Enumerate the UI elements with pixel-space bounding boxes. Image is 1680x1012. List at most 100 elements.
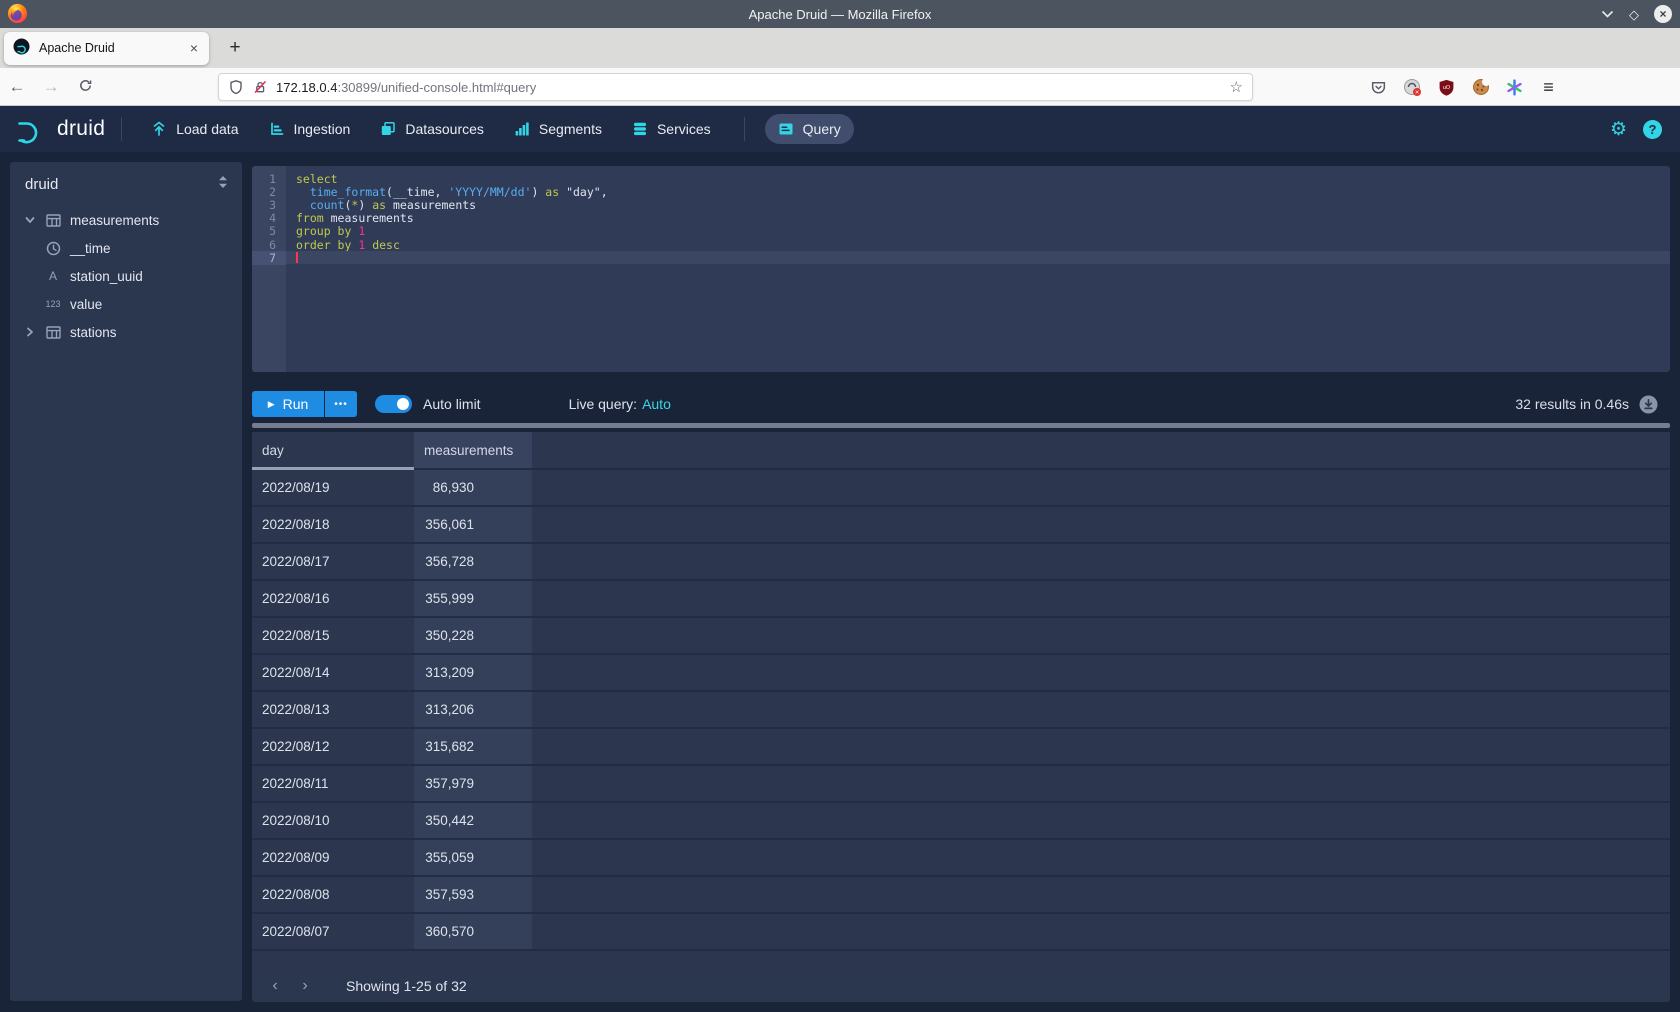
cell-day[interactable]: 2022/08/12 bbox=[252, 729, 414, 764]
nav-item-load-data[interactable]: Load data bbox=[138, 114, 251, 144]
line-number: 3 bbox=[252, 198, 286, 212]
column-header-measurements[interactable]: measurements bbox=[414, 432, 532, 468]
cell-day[interactable]: 2022/08/16 bbox=[252, 581, 414, 616]
cell-measurements[interactable]: 357,979 bbox=[414, 766, 532, 801]
cell-measurements[interactable]: 355,059 bbox=[414, 840, 532, 875]
download-icon[interactable] bbox=[1639, 395, 1658, 414]
ublock-shield-icon[interactable]: uO bbox=[1433, 74, 1460, 101]
pagination-status: Showing 1-25 of 32 bbox=[346, 978, 467, 994]
cell-day[interactable]: 2022/08/14 bbox=[252, 655, 414, 690]
cell-day[interactable]: 2022/08/10 bbox=[252, 803, 414, 838]
cell-measurements[interactable]: 350,442 bbox=[414, 803, 532, 838]
line-number: 7 bbox=[252, 251, 286, 265]
chevron-right-icon[interactable] bbox=[24, 326, 37, 338]
cell-day[interactable]: 2022/08/09 bbox=[252, 840, 414, 875]
druid-logo[interactable]: druid bbox=[16, 114, 105, 144]
next-page-button[interactable]: › bbox=[290, 977, 320, 995]
column-header-day[interactable]: day bbox=[252, 432, 414, 468]
window-title: Apache Druid — Mozilla Firefox bbox=[749, 7, 932, 22]
code-text: select bbox=[286, 172, 338, 186]
cell-measurements[interactable]: 357,593 bbox=[414, 877, 532, 912]
cell-day[interactable]: 2022/08/18 bbox=[252, 507, 414, 542]
cell-measurements[interactable]: 356,061 bbox=[414, 507, 532, 542]
tree-item-stations[interactable]: stations bbox=[10, 318, 242, 346]
cell-day[interactable]: 2022/08/08 bbox=[252, 877, 414, 912]
cell-measurements[interactable]: 350,228 bbox=[414, 618, 532, 653]
line-number: 1 bbox=[252, 172, 286, 186]
shield-icon[interactable] bbox=[228, 79, 244, 95]
tab-apache-druid[interactable]: Apache Druid × bbox=[4, 32, 209, 65]
nav-item-services[interactable]: Services bbox=[619, 114, 724, 144]
window-titlebar: Apache Druid — Mozilla Firefox ◇ × bbox=[0, 0, 1680, 28]
double-caret-icon[interactable] bbox=[217, 175, 229, 193]
tree-item-value[interactable]: 123value bbox=[10, 290, 242, 318]
run-more-button[interactable]: ••• bbox=[325, 391, 357, 417]
asterisk-extension-icon[interactable] bbox=[1501, 74, 1528, 101]
chevron-down-icon[interactable] bbox=[24, 214, 37, 226]
table-row: 2022/08/08357,593 bbox=[252, 877, 1670, 914]
table-row: 2022/08/07360,570 bbox=[252, 914, 1670, 951]
cell-measurements[interactable]: 355,999 bbox=[414, 581, 532, 616]
line-number: 4 bbox=[252, 211, 286, 225]
editor-line: 2 time_format(__time, 'YYYY/MM/dd') as "… bbox=[252, 185, 1670, 198]
bookmark-star-icon[interactable]: ☆ bbox=[1230, 78, 1243, 96]
extension-icon[interactable]: ✕ bbox=[1399, 74, 1426, 101]
insecure-lock-icon[interactable] bbox=[252, 79, 268, 95]
cell-measurements[interactable]: 313,209 bbox=[414, 655, 532, 690]
load-data-icon bbox=[151, 121, 167, 137]
cell-day[interactable]: 2022/08/11 bbox=[252, 766, 414, 801]
druid-header: druid Load data IngestionDatasourcesSegme… bbox=[0, 106, 1680, 152]
tree-item-__time[interactable]: __time bbox=[10, 234, 242, 262]
schema-selector[interactable]: druid bbox=[10, 162, 242, 202]
prev-page-button[interactable]: ‹ bbox=[260, 977, 290, 995]
tree-item-station_uuid[interactable]: Astation_uuid bbox=[10, 262, 242, 290]
cookie-icon[interactable] bbox=[1467, 74, 1494, 101]
table-row: 2022/08/10350,442 bbox=[252, 803, 1670, 840]
live-query-value[interactable]: Auto bbox=[642, 396, 671, 412]
svg-text:uO: uO bbox=[1443, 85, 1450, 91]
table-row: 2022/08/13313,206 bbox=[252, 692, 1670, 729]
nav-item-segments[interactable]: Segments bbox=[501, 114, 615, 144]
chevron-right-icon: › bbox=[302, 977, 307, 994]
nav-item-label: Load data bbox=[176, 121, 238, 137]
text-cursor bbox=[296, 252, 298, 263]
back-icon[interactable]: ← bbox=[0, 77, 34, 97]
nav-item-label: Services bbox=[657, 121, 711, 137]
menu-icon[interactable]: ≡ bbox=[1535, 74, 1562, 101]
sql-editor[interactable]: 1select2 time_format(__time, 'YYYY/MM/dd… bbox=[252, 166, 1670, 372]
code-text: group by 1 bbox=[286, 224, 365, 238]
nav-item-label: Query bbox=[803, 121, 841, 137]
nav-item-datasources[interactable]: Datasources bbox=[367, 114, 497, 144]
cell-measurements[interactable]: 315,682 bbox=[414, 729, 532, 764]
cell-day[interactable]: 2022/08/07 bbox=[252, 914, 414, 949]
query-icon bbox=[778, 121, 794, 137]
nav-item-query[interactable]: Query bbox=[765, 114, 854, 144]
tab-close-icon[interactable]: × bbox=[188, 40, 200, 56]
cell-measurements[interactable]: 360,570 bbox=[414, 914, 532, 949]
firefox-icon bbox=[7, 3, 28, 24]
query-view: 1select2 time_format(__time, 'YYYY/MM/dd… bbox=[252, 166, 1670, 1012]
run-button[interactable]: ▶ Run bbox=[252, 391, 324, 417]
panel-resize-handle[interactable] bbox=[252, 423, 1670, 428]
url-bar[interactable]: 172.18.0.4:30899/unified-console.html#qu… bbox=[218, 73, 1253, 101]
help-icon[interactable]: ? bbox=[1643, 120, 1662, 139]
tree-item-measurements[interactable]: measurements bbox=[10, 206, 242, 234]
cell-day[interactable]: 2022/08/13 bbox=[252, 692, 414, 727]
window-close-icon[interactable]: × bbox=[1654, 5, 1672, 23]
cell-day[interactable]: 2022/08/17 bbox=[252, 544, 414, 579]
gear-icon[interactable]: ⚙ bbox=[1610, 120, 1627, 139]
results-rows: 2022/08/1986,9302022/08/18356,0612022/08… bbox=[252, 470, 1670, 951]
cell-measurements[interactable]: 356,728 bbox=[414, 544, 532, 579]
cell-day[interactable]: 2022/08/15 bbox=[252, 618, 414, 653]
cell-day[interactable]: 2022/08/19 bbox=[252, 470, 414, 505]
reload-icon[interactable] bbox=[68, 76, 102, 98]
cell-measurements[interactable]: 313,206 bbox=[414, 692, 532, 727]
window-maximize-icon[interactable]: ◇ bbox=[1629, 8, 1639, 21]
pocket-icon[interactable] bbox=[1365, 74, 1392, 101]
window-minimize-icon[interactable] bbox=[1601, 10, 1614, 18]
new-tab-button[interactable]: + bbox=[221, 37, 249, 59]
cell-measurements[interactable]: 86,930 bbox=[414, 470, 532, 505]
table-icon bbox=[43, 214, 63, 227]
nav-item-ingestion[interactable]: Ingestion bbox=[256, 114, 364, 144]
auto-limit-toggle[interactable] bbox=[375, 395, 412, 413]
